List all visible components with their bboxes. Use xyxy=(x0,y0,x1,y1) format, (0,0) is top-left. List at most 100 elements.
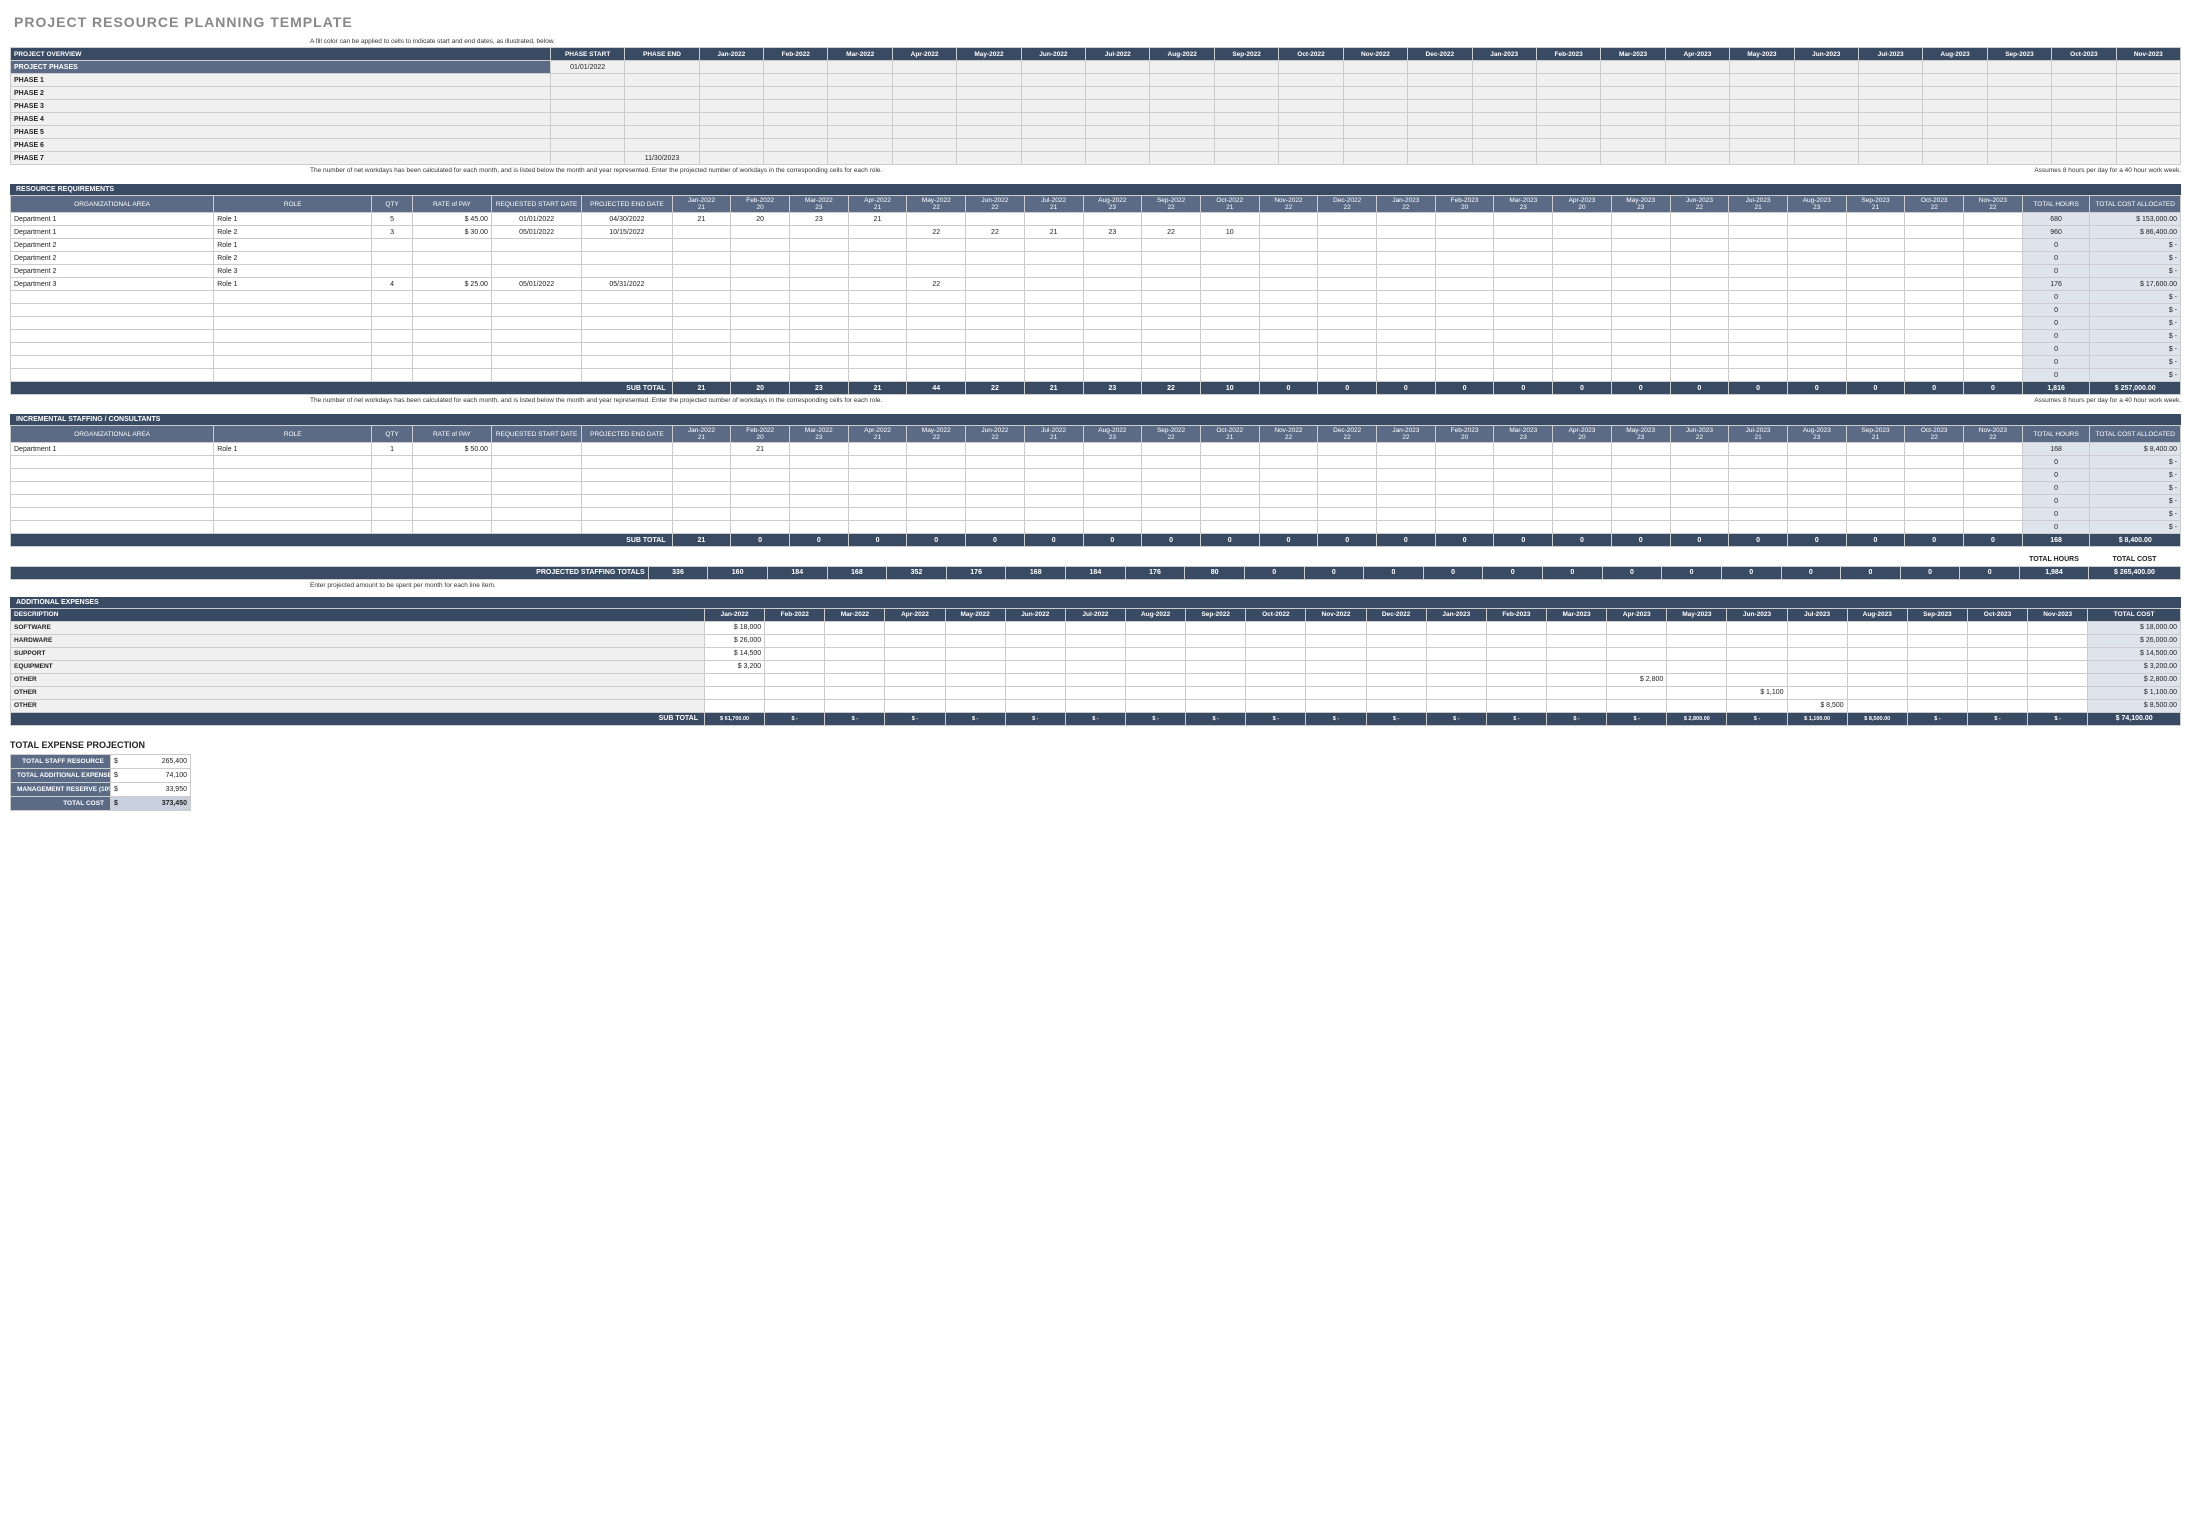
workday-cell[interactable] xyxy=(1494,265,1553,278)
expense-cell[interactable] xyxy=(1667,673,1727,686)
workday-cell[interactable] xyxy=(966,317,1025,330)
expense-cell[interactable] xyxy=(1546,660,1606,673)
expense-cell[interactable] xyxy=(1907,634,1967,647)
workday-cell[interactable] xyxy=(1611,482,1670,495)
workday-cell[interactable] xyxy=(1729,456,1788,469)
expense-cell[interactable] xyxy=(1667,647,1727,660)
expense-cell[interactable] xyxy=(825,660,885,673)
expense-cell[interactable] xyxy=(1967,660,2027,673)
workday-cell[interactable] xyxy=(731,252,790,265)
workday-cell[interactable] xyxy=(1377,252,1436,265)
role[interactable]: Role 1 xyxy=(214,443,372,456)
expense-cell[interactable] xyxy=(1366,634,1426,647)
workday-cell[interactable] xyxy=(1494,330,1553,343)
workday-cell[interactable] xyxy=(672,304,731,317)
workday-cell[interactable] xyxy=(1729,239,1788,252)
workday-cell[interactable] xyxy=(1670,356,1729,369)
expense-cell[interactable] xyxy=(1967,699,2027,712)
expense-cell[interactable] xyxy=(1306,647,1366,660)
workday-cell[interactable] xyxy=(1787,469,1846,482)
org-area[interactable]: Department 2 xyxy=(11,265,214,278)
workday-cell[interactable] xyxy=(1787,521,1846,534)
workday-cell[interactable] xyxy=(848,304,907,317)
workday-cell[interactable] xyxy=(1024,356,1083,369)
gantt-cell[interactable] xyxy=(1987,126,2051,139)
workday-cell[interactable] xyxy=(1083,265,1142,278)
expense-cell[interactable] xyxy=(765,699,825,712)
workday-cell[interactable] xyxy=(1729,343,1788,356)
workday-cell[interactable] xyxy=(1435,521,1494,534)
gantt-cell[interactable] xyxy=(1794,100,1858,113)
gantt-cell[interactable] xyxy=(1536,126,1600,139)
gantt-cell[interactable] xyxy=(892,152,956,165)
workday-cell[interactable] xyxy=(1377,521,1436,534)
workday-cell[interactable] xyxy=(966,456,1025,469)
workday-cell[interactable] xyxy=(1611,369,1670,382)
workday-cell[interactable] xyxy=(1553,317,1612,330)
workday-cell[interactable] xyxy=(731,226,790,239)
workday-cell[interactable] xyxy=(1964,482,2023,495)
gantt-cell[interactable] xyxy=(1021,113,1085,126)
workday-cell[interactable] xyxy=(789,508,848,521)
gantt-cell[interactable] xyxy=(1086,74,1150,87)
gantt-cell[interactable] xyxy=(1150,139,1214,152)
expense-cell[interactable] xyxy=(1787,660,1847,673)
gantt-cell[interactable] xyxy=(1858,152,1922,165)
gantt-cell[interactable] xyxy=(1730,61,1794,74)
gantt-cell[interactable] xyxy=(1408,61,1472,74)
gantt-cell[interactable] xyxy=(1665,87,1729,100)
gantt-cell[interactable] xyxy=(1021,152,1085,165)
workday-cell[interactable] xyxy=(1200,317,1259,330)
workday-cell[interactable] xyxy=(1611,278,1670,291)
expense-cell[interactable] xyxy=(1306,621,1366,634)
workday-cell[interactable] xyxy=(1083,317,1142,330)
workday-cell[interactable] xyxy=(1377,226,1436,239)
workday-cell[interactable] xyxy=(1964,356,2023,369)
workday-cell[interactable] xyxy=(1259,265,1318,278)
workday-cell[interactable] xyxy=(1083,469,1142,482)
workday-cell[interactable] xyxy=(1142,356,1201,369)
gantt-cell[interactable] xyxy=(1214,100,1278,113)
workday-cell[interactable] xyxy=(1553,213,1612,226)
workday-cell[interactable] xyxy=(1670,456,1729,469)
gantt-cell[interactable] xyxy=(1665,100,1729,113)
gantt-cell[interactable] xyxy=(957,126,1021,139)
workday-cell[interactable] xyxy=(1259,291,1318,304)
gantt-cell[interactable] xyxy=(1601,61,1665,74)
workday-cell[interactable] xyxy=(1670,443,1729,456)
role[interactable]: Role 1 xyxy=(214,239,372,252)
gantt-cell[interactable] xyxy=(1408,113,1472,126)
expense-cell[interactable] xyxy=(1246,699,1306,712)
gantt-cell[interactable] xyxy=(1987,113,2051,126)
expense-cell[interactable] xyxy=(1486,647,1546,660)
workday-cell[interactable] xyxy=(966,343,1025,356)
workday-cell[interactable] xyxy=(1846,213,1905,226)
workday-cell[interactable] xyxy=(1846,317,1905,330)
workday-cell[interactable] xyxy=(1083,330,1142,343)
workday-cell[interactable] xyxy=(1435,291,1494,304)
workday-cell[interactable] xyxy=(1083,213,1142,226)
expense-cell[interactable] xyxy=(1667,621,1727,634)
workday-cell[interactable] xyxy=(1259,356,1318,369)
gantt-cell[interactable] xyxy=(2052,139,2116,152)
expense-cell[interactable] xyxy=(765,621,825,634)
workday-cell[interactable] xyxy=(1377,369,1436,382)
expense-cell[interactable] xyxy=(1306,699,1366,712)
expense-cell[interactable] xyxy=(945,634,1005,647)
gantt-cell[interactable] xyxy=(892,113,956,126)
workday-cell[interactable] xyxy=(1083,239,1142,252)
workday-cell[interactable] xyxy=(731,356,790,369)
expense-cell[interactable] xyxy=(705,699,765,712)
gantt-cell[interactable] xyxy=(2116,87,2180,100)
org-area[interactable] xyxy=(11,343,214,356)
gantt-cell[interactable] xyxy=(699,74,763,87)
workday-cell[interactable] xyxy=(1318,369,1377,382)
workday-cell[interactable] xyxy=(1200,278,1259,291)
gantt-cell[interactable] xyxy=(2116,61,2180,74)
gantt-cell[interactable] xyxy=(1730,126,1794,139)
workday-cell[interactable] xyxy=(907,356,966,369)
workday-cell[interactable] xyxy=(1318,252,1377,265)
workday-cell[interactable] xyxy=(1787,291,1846,304)
expense-cell[interactable] xyxy=(1607,699,1667,712)
expense-cell[interactable] xyxy=(1246,621,1306,634)
